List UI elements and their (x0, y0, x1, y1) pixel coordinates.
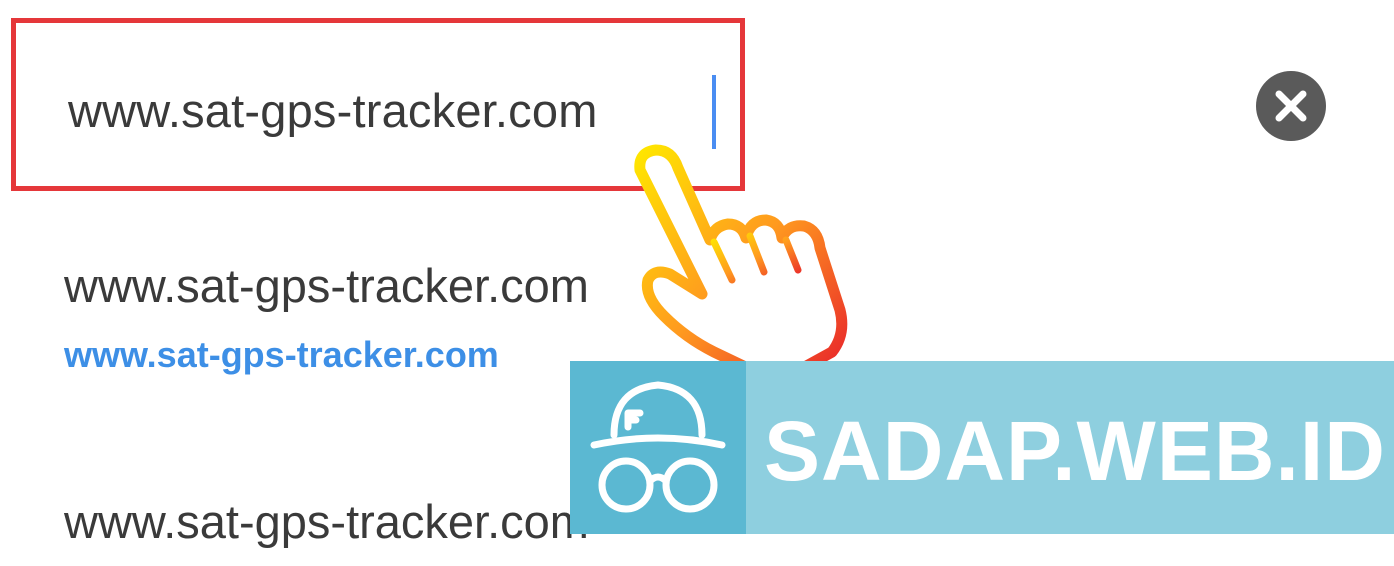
incognito-icon (590, 381, 726, 513)
close-icon (1275, 90, 1307, 122)
suggestion-url: www.sat-gps-tracker.com (64, 334, 499, 375)
watermark-banner: SADAP.WEB.ID (570, 361, 1394, 534)
suggestion-title: www.sat-gps-tracker.com (64, 495, 589, 548)
watermark-text: SADAP.WEB.ID (764, 404, 1386, 498)
browser-url-suggestions-screen: www.sat-gps-tracker.com www.sat-gps-trac… (0, 0, 1394, 566)
watermark-icon-box (570, 361, 746, 534)
clear-button[interactable] (1256, 71, 1326, 141)
suggestion-title: www.sat-gps-tracker.com (64, 259, 589, 312)
address-bar-input[interactable]: www.sat-gps-tracker.com (68, 83, 598, 138)
pointing-hand-icon (634, 144, 848, 380)
